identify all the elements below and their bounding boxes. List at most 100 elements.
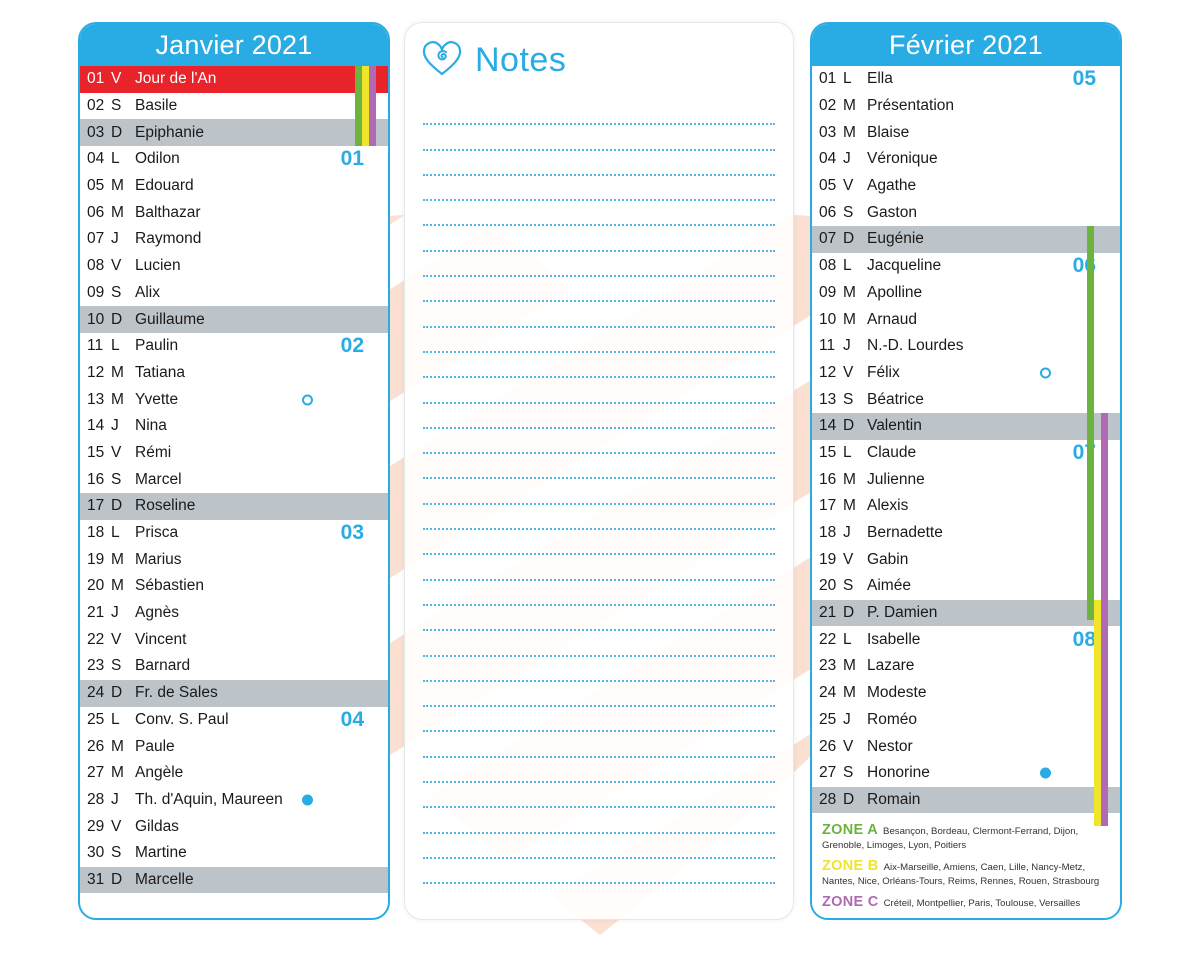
- note-line[interactable]: [423, 404, 775, 429]
- day-weekday: V: [843, 737, 854, 755]
- day-saint-name: Aimée: [867, 577, 911, 595]
- day-saint-name: Guillaume: [135, 310, 205, 328]
- note-line[interactable]: [423, 732, 775, 758]
- day-saint-name: Yvette: [135, 390, 179, 408]
- note-line[interactable]: [423, 353, 775, 379]
- day-saint-name: Claude: [867, 443, 917, 461]
- note-line[interactable]: [423, 277, 775, 303]
- day-number: 08: [87, 257, 105, 275]
- day-row: 09 S Alix: [80, 279, 388, 307]
- day-number: 04: [819, 150, 837, 168]
- note-line[interactable]: [423, 328, 775, 353]
- day-weekday: D: [843, 604, 855, 622]
- note-line[interactable]: [423, 454, 775, 480]
- day-row: 25 J Roméo: [812, 706, 1120, 734]
- day-weekday: M: [843, 310, 856, 328]
- day-weekday: M: [111, 363, 124, 381]
- holiday-stripe-zone-a: [1087, 226, 1094, 620]
- day-saint-name: Marius: [135, 550, 182, 568]
- day-list-february: 01 L Ella 05 02 M Présentation 03 M Blaise 04 J Véro…: [812, 66, 1120, 826]
- day-weekday: D: [111, 684, 123, 702]
- note-line[interactable]: [423, 176, 775, 202]
- day-row: 09 M Apolline: [812, 279, 1120, 307]
- day-row: 01 L Ella 05: [812, 66, 1120, 93]
- day-saint-name: Balthazar: [135, 203, 201, 221]
- note-line[interactable]: [423, 479, 775, 505]
- note-line[interactable]: [423, 758, 775, 784]
- note-line[interactable]: [423, 505, 775, 531]
- note-line[interactable]: [423, 226, 775, 252]
- note-line[interactable]: [423, 808, 775, 834]
- day-row: 15 V Rémi: [80, 439, 388, 467]
- note-line[interactable]: [423, 581, 775, 606]
- day-number: 04: [87, 150, 105, 168]
- day-row: 17 D Roseline: [80, 493, 388, 520]
- notes-card[interactable]: Notes: [404, 22, 794, 920]
- calendar-page: Janvier 2021 01 V Jour de l'An 02 S Basile 03 D…: [0, 0, 1200, 963]
- day-weekday: L: [111, 524, 120, 542]
- note-line[interactable]: [423, 707, 775, 733]
- day-number: 07: [819, 230, 837, 248]
- note-line[interactable]: [423, 151, 775, 176]
- note-line[interactable]: [423, 429, 775, 455]
- note-line[interactable]: [423, 606, 775, 632]
- day-weekday: V: [843, 363, 854, 381]
- day-saint-name: Béatrice: [867, 390, 924, 408]
- note-line[interactable]: [423, 125, 775, 151]
- day-number: 19: [819, 550, 837, 568]
- day-weekday: L: [111, 710, 120, 728]
- day-weekday: M: [843, 470, 856, 488]
- day-number: 19: [87, 550, 105, 568]
- note-line[interactable]: [423, 100, 775, 126]
- day-number: 02: [819, 97, 837, 115]
- day-weekday: L: [111, 337, 120, 355]
- note-line[interactable]: [423, 252, 775, 278]
- day-row: 31 D Marcelle: [80, 866, 388, 894]
- day-weekday: J: [111, 604, 119, 622]
- note-line[interactable]: [423, 859, 775, 885]
- day-number: 20: [87, 577, 105, 595]
- zone-tag: ZONE C: [822, 893, 879, 910]
- day-weekday: J: [111, 417, 119, 435]
- day-number: 01: [87, 70, 105, 88]
- note-line[interactable]: [423, 530, 775, 556]
- day-number: 10: [87, 310, 105, 328]
- zone-tag: ZONE A: [822, 822, 879, 839]
- day-row: 16 M Julienne: [812, 466, 1120, 493]
- day-weekday: M: [111, 737, 124, 755]
- day-row: 17 M Alexis: [812, 493, 1120, 520]
- note-line[interactable]: [423, 378, 775, 404]
- day-row: 08 L Jacqueline 06: [812, 252, 1120, 280]
- notes-lines[interactable]: [405, 86, 793, 885]
- day-number: 25: [819, 710, 837, 728]
- note-line[interactable]: [423, 201, 775, 227]
- holiday-stripe-zone-b: [1094, 600, 1101, 826]
- day-saint-name: Alexis: [867, 497, 909, 515]
- day-number: 12: [87, 363, 105, 381]
- note-line[interactable]: [423, 657, 775, 682]
- day-saint-name: Agathe: [867, 177, 917, 195]
- day-row: 10 D Guillaume: [80, 306, 388, 333]
- day-weekday: M: [843, 497, 856, 515]
- day-weekday: M: [843, 283, 856, 301]
- note-line[interactable]: [423, 631, 775, 657]
- note-line[interactable]: [423, 834, 775, 859]
- day-row: 07 J Raymond: [80, 226, 388, 253]
- moon-phase-new-icon: [1040, 767, 1051, 779]
- month-title-january: Janvier 2021: [155, 29, 313, 60]
- day-row: 23 S Barnard: [80, 653, 388, 680]
- day-weekday: S: [843, 390, 854, 408]
- day-number: 29: [87, 817, 105, 835]
- note-line[interactable]: [423, 682, 775, 708]
- note-line[interactable]: [423, 555, 775, 581]
- day-row: 29 V Gildas: [80, 813, 388, 840]
- day-saint-name: Arnaud: [867, 310, 917, 328]
- day-saint-name: Paulin: [135, 337, 179, 355]
- day-row: 04 J Véronique: [812, 146, 1120, 173]
- day-saint-name: Gaston: [867, 203, 917, 221]
- day-number: 12: [819, 363, 837, 381]
- day-saint-name: Lazare: [867, 657, 915, 675]
- note-line[interactable]: [423, 302, 775, 328]
- day-number: 14: [87, 417, 105, 435]
- note-line[interactable]: [423, 783, 775, 809]
